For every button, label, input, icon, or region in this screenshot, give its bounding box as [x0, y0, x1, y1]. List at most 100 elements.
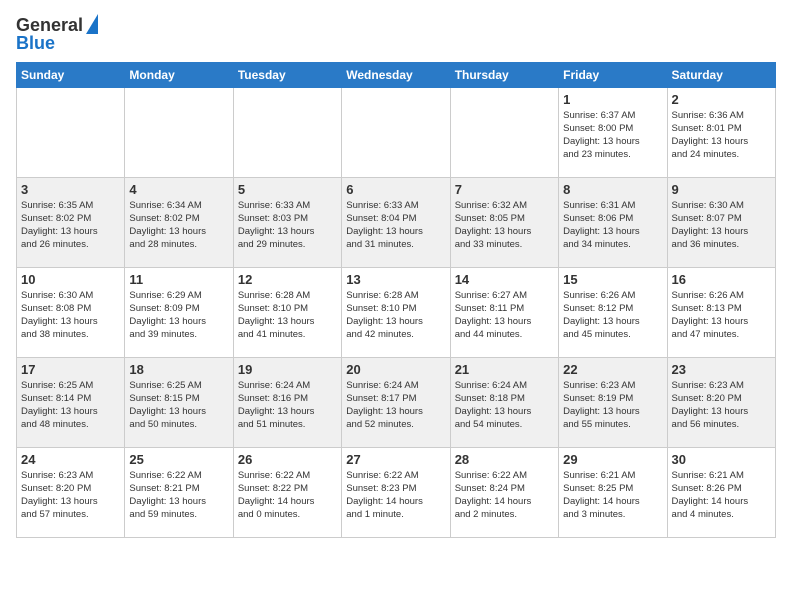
calendar-cell: 4Sunrise: 6:34 AM Sunset: 8:02 PM Daylig…	[125, 177, 233, 267]
day-info: Sunrise: 6:23 AM Sunset: 8:20 PM Dayligh…	[21, 469, 120, 522]
day-number: 17	[21, 362, 120, 377]
calendar-cell: 15 Sunrise: 6:26 AM Sunset: 8:12 PM Dayli…	[559, 267, 667, 357]
calendar-cell: 25 Sunrise: 6:22 AM Sunset: 8:21 PM Dayli…	[125, 447, 233, 537]
calendar-cell: 14 Sunrise: 6:27 AM Sunset: 8:11 PM Dayli…	[450, 267, 558, 357]
day-number: 14	[455, 272, 554, 287]
weekday-header-thursday: Thursday	[450, 62, 558, 87]
day-info: Sunrise: 6:35 AM Sunset: 8:02 PM Dayligh…	[21, 199, 120, 252]
calendar-cell: 13 Sunrise: 6:28 AM Sunset: 8:10 PM Dayli…	[342, 267, 450, 357]
day-info: Sunrise: 6:25 AM Sunset: 8:15 PM Dayligh…	[129, 379, 228, 432]
day-info: Sunrise: 6:31 AM Sunset: 8:06 PM Dayligh…	[563, 199, 662, 252]
calendar-cell: 30 Sunrise: 6:21 AM Sunset: 8:26 PM Dayli…	[667, 447, 775, 537]
calendar-cell: 11 Sunrise: 6:29 AM Sunset: 8:09 PM Dayli…	[125, 267, 233, 357]
weekday-header-row: SundayMondayTuesdayWednesdayThursdayFrid…	[17, 62, 776, 87]
calendar-cell: 7Sunrise: 6:32 AM Sunset: 8:05 PM Daylig…	[450, 177, 558, 267]
day-info: Sunrise: 6:29 AM Sunset: 8:09 PM Dayligh…	[129, 289, 228, 342]
day-number: 22	[563, 362, 662, 377]
day-info: Sunrise: 6:26 AM Sunset: 8:13 PM Dayligh…	[672, 289, 771, 342]
day-number: 9	[672, 182, 771, 197]
calendar-cell	[17, 87, 125, 177]
calendar-table: SundayMondayTuesdayWednesdayThursdayFrid…	[16, 62, 776, 538]
day-number: 18	[129, 362, 228, 377]
day-info: Sunrise: 6:23 AM Sunset: 8:20 PM Dayligh…	[672, 379, 771, 432]
calendar-cell	[125, 87, 233, 177]
calendar-cell: 18 Sunrise: 6:25 AM Sunset: 8:15 PM Dayli…	[125, 357, 233, 447]
day-number: 3	[21, 182, 120, 197]
day-info: Sunrise: 6:34 AM Sunset: 8:02 PM Dayligh…	[129, 199, 228, 252]
day-number: 21	[455, 362, 554, 377]
calendar-cell: 22 Sunrise: 6:23 AM Sunset: 8:19 PM Dayli…	[559, 357, 667, 447]
day-info: Sunrise: 6:24 AM Sunset: 8:18 PM Dayligh…	[455, 379, 554, 432]
calendar-cell: 20 Sunrise: 6:24 AM Sunset: 8:17 PM Dayli…	[342, 357, 450, 447]
day-number: 15	[563, 272, 662, 287]
weekday-header-sunday: Sunday	[17, 62, 125, 87]
day-info: Sunrise: 6:37 AM Sunset: 8:00 PM Dayligh…	[563, 109, 662, 162]
day-number: 11	[129, 272, 228, 287]
day-info: Sunrise: 6:30 AM Sunset: 8:07 PM Dayligh…	[672, 199, 771, 252]
day-number: 30	[672, 452, 771, 467]
day-info: Sunrise: 6:21 AM Sunset: 8:26 PM Dayligh…	[672, 469, 771, 522]
calendar-cell	[233, 87, 341, 177]
day-number: 6	[346, 182, 445, 197]
calendar-cell: 5 Sunrise: 6:33 AM Sunset: 8:03 PM Daylig…	[233, 177, 341, 267]
calendar-week-2: 10Sunrise: 6:30 AM Sunset: 8:08 PM Dayli…	[17, 267, 776, 357]
day-info: Sunrise: 6:26 AM Sunset: 8:12 PM Dayligh…	[563, 289, 662, 342]
day-number: 12	[238, 272, 337, 287]
calendar-cell: 1 Sunrise: 6:37 AM Sunset: 8:00 PM Daylig…	[559, 87, 667, 177]
calendar-cell: 3 Sunrise: 6:35 AM Sunset: 8:02 PM Daylig…	[17, 177, 125, 267]
calendar-week-4: 24 Sunrise: 6:23 AM Sunset: 8:20 PM Dayli…	[17, 447, 776, 537]
calendar-cell	[342, 87, 450, 177]
calendar-cell: 21 Sunrise: 6:24 AM Sunset: 8:18 PM Dayli…	[450, 357, 558, 447]
day-info: Sunrise: 6:33 AM Sunset: 8:03 PM Dayligh…	[238, 199, 337, 252]
day-number: 20	[346, 362, 445, 377]
calendar-week-3: 17 Sunrise: 6:25 AM Sunset: 8:14 PM Dayli…	[17, 357, 776, 447]
calendar-cell: 19 Sunrise: 6:24 AM Sunset: 8:16 PM Dayli…	[233, 357, 341, 447]
day-info: Sunrise: 6:28 AM Sunset: 8:10 PM Dayligh…	[238, 289, 337, 342]
weekday-header-wednesday: Wednesday	[342, 62, 450, 87]
day-number: 19	[238, 362, 337, 377]
day-info: Sunrise: 6:24 AM Sunset: 8:16 PM Dayligh…	[238, 379, 337, 432]
day-number: 13	[346, 272, 445, 287]
calendar-cell: 9 Sunrise: 6:30 AM Sunset: 8:07 PM Daylig…	[667, 177, 775, 267]
day-number: 16	[672, 272, 771, 287]
day-info: Sunrise: 6:25 AM Sunset: 8:14 PM Dayligh…	[21, 379, 120, 432]
calendar-cell: 26 Sunrise: 6:22 AM Sunset: 8:22 PM Dayli…	[233, 447, 341, 537]
day-info: Sunrise: 6:22 AM Sunset: 8:22 PM Dayligh…	[238, 469, 337, 522]
day-info: Sunrise: 6:22 AM Sunset: 8:21 PM Dayligh…	[129, 469, 228, 522]
day-number: 1	[563, 92, 662, 107]
calendar-week-0: 1 Sunrise: 6:37 AM Sunset: 8:00 PM Daylig…	[17, 87, 776, 177]
weekday-header-friday: Friday	[559, 62, 667, 87]
logo: General Blue	[16, 16, 98, 54]
day-number: 25	[129, 452, 228, 467]
day-info: Sunrise: 6:27 AM Sunset: 8:11 PM Dayligh…	[455, 289, 554, 342]
calendar-cell: 24 Sunrise: 6:23 AM Sunset: 8:20 PM Dayli…	[17, 447, 125, 537]
day-info: Sunrise: 6:28 AM Sunset: 8:10 PM Dayligh…	[346, 289, 445, 342]
calendar-cell: 16 Sunrise: 6:26 AM Sunset: 8:13 PM Dayli…	[667, 267, 775, 357]
day-number: 2	[672, 92, 771, 107]
day-number: 10	[21, 272, 120, 287]
day-number: 26	[238, 452, 337, 467]
calendar-cell: 28Sunrise: 6:22 AM Sunset: 8:24 PM Dayli…	[450, 447, 558, 537]
day-number: 24	[21, 452, 120, 467]
calendar-cell	[450, 87, 558, 177]
calendar-body: 1 Sunrise: 6:37 AM Sunset: 8:00 PM Daylig…	[17, 87, 776, 537]
weekday-header-monday: Monday	[125, 62, 233, 87]
logo-triangle-icon	[86, 14, 98, 34]
day-info: Sunrise: 6:23 AM Sunset: 8:19 PM Dayligh…	[563, 379, 662, 432]
calendar-cell: 12 Sunrise: 6:28 AM Sunset: 8:10 PM Dayli…	[233, 267, 341, 357]
calendar-cell: 29Sunrise: 6:21 AM Sunset: 8:25 PM Dayli…	[559, 447, 667, 537]
calendar-cell: 6 Sunrise: 6:33 AM Sunset: 8:04 PM Daylig…	[342, 177, 450, 267]
logo-blue: Blue	[16, 33, 55, 53]
day-info: Sunrise: 6:32 AM Sunset: 8:05 PM Dayligh…	[455, 199, 554, 252]
day-number: 23	[672, 362, 771, 377]
calendar-cell: 8 Sunrise: 6:31 AM Sunset: 8:06 PM Daylig…	[559, 177, 667, 267]
day-number: 5	[238, 182, 337, 197]
calendar-cell: 27Sunrise: 6:22 AM Sunset: 8:23 PM Dayli…	[342, 447, 450, 537]
day-info: Sunrise: 6:33 AM Sunset: 8:04 PM Dayligh…	[346, 199, 445, 252]
day-info: Sunrise: 6:21 AM Sunset: 8:25 PM Dayligh…	[563, 469, 662, 522]
day-info: Sunrise: 6:24 AM Sunset: 8:17 PM Dayligh…	[346, 379, 445, 432]
page-header: General Blue	[16, 16, 776, 54]
day-number: 8	[563, 182, 662, 197]
calendar-cell: 23 Sunrise: 6:23 AM Sunset: 8:20 PM Dayli…	[667, 357, 775, 447]
day-number: 28	[455, 452, 554, 467]
